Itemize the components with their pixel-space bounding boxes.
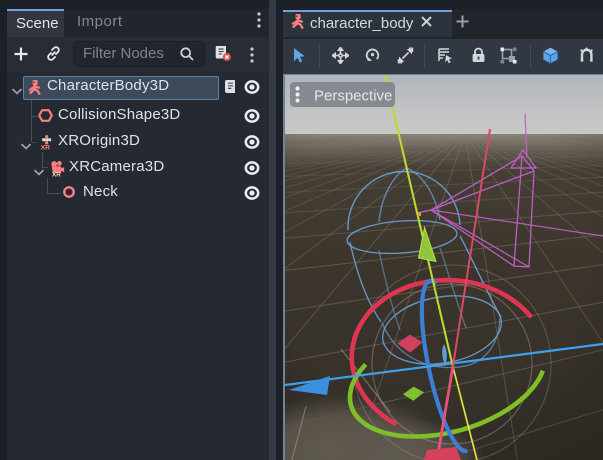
svg-text:Perspective: Perspective <box>314 88 392 105</box>
svg-text:XR: XR <box>41 145 51 150</box>
svg-text:XR: XR <box>52 172 61 177</box>
